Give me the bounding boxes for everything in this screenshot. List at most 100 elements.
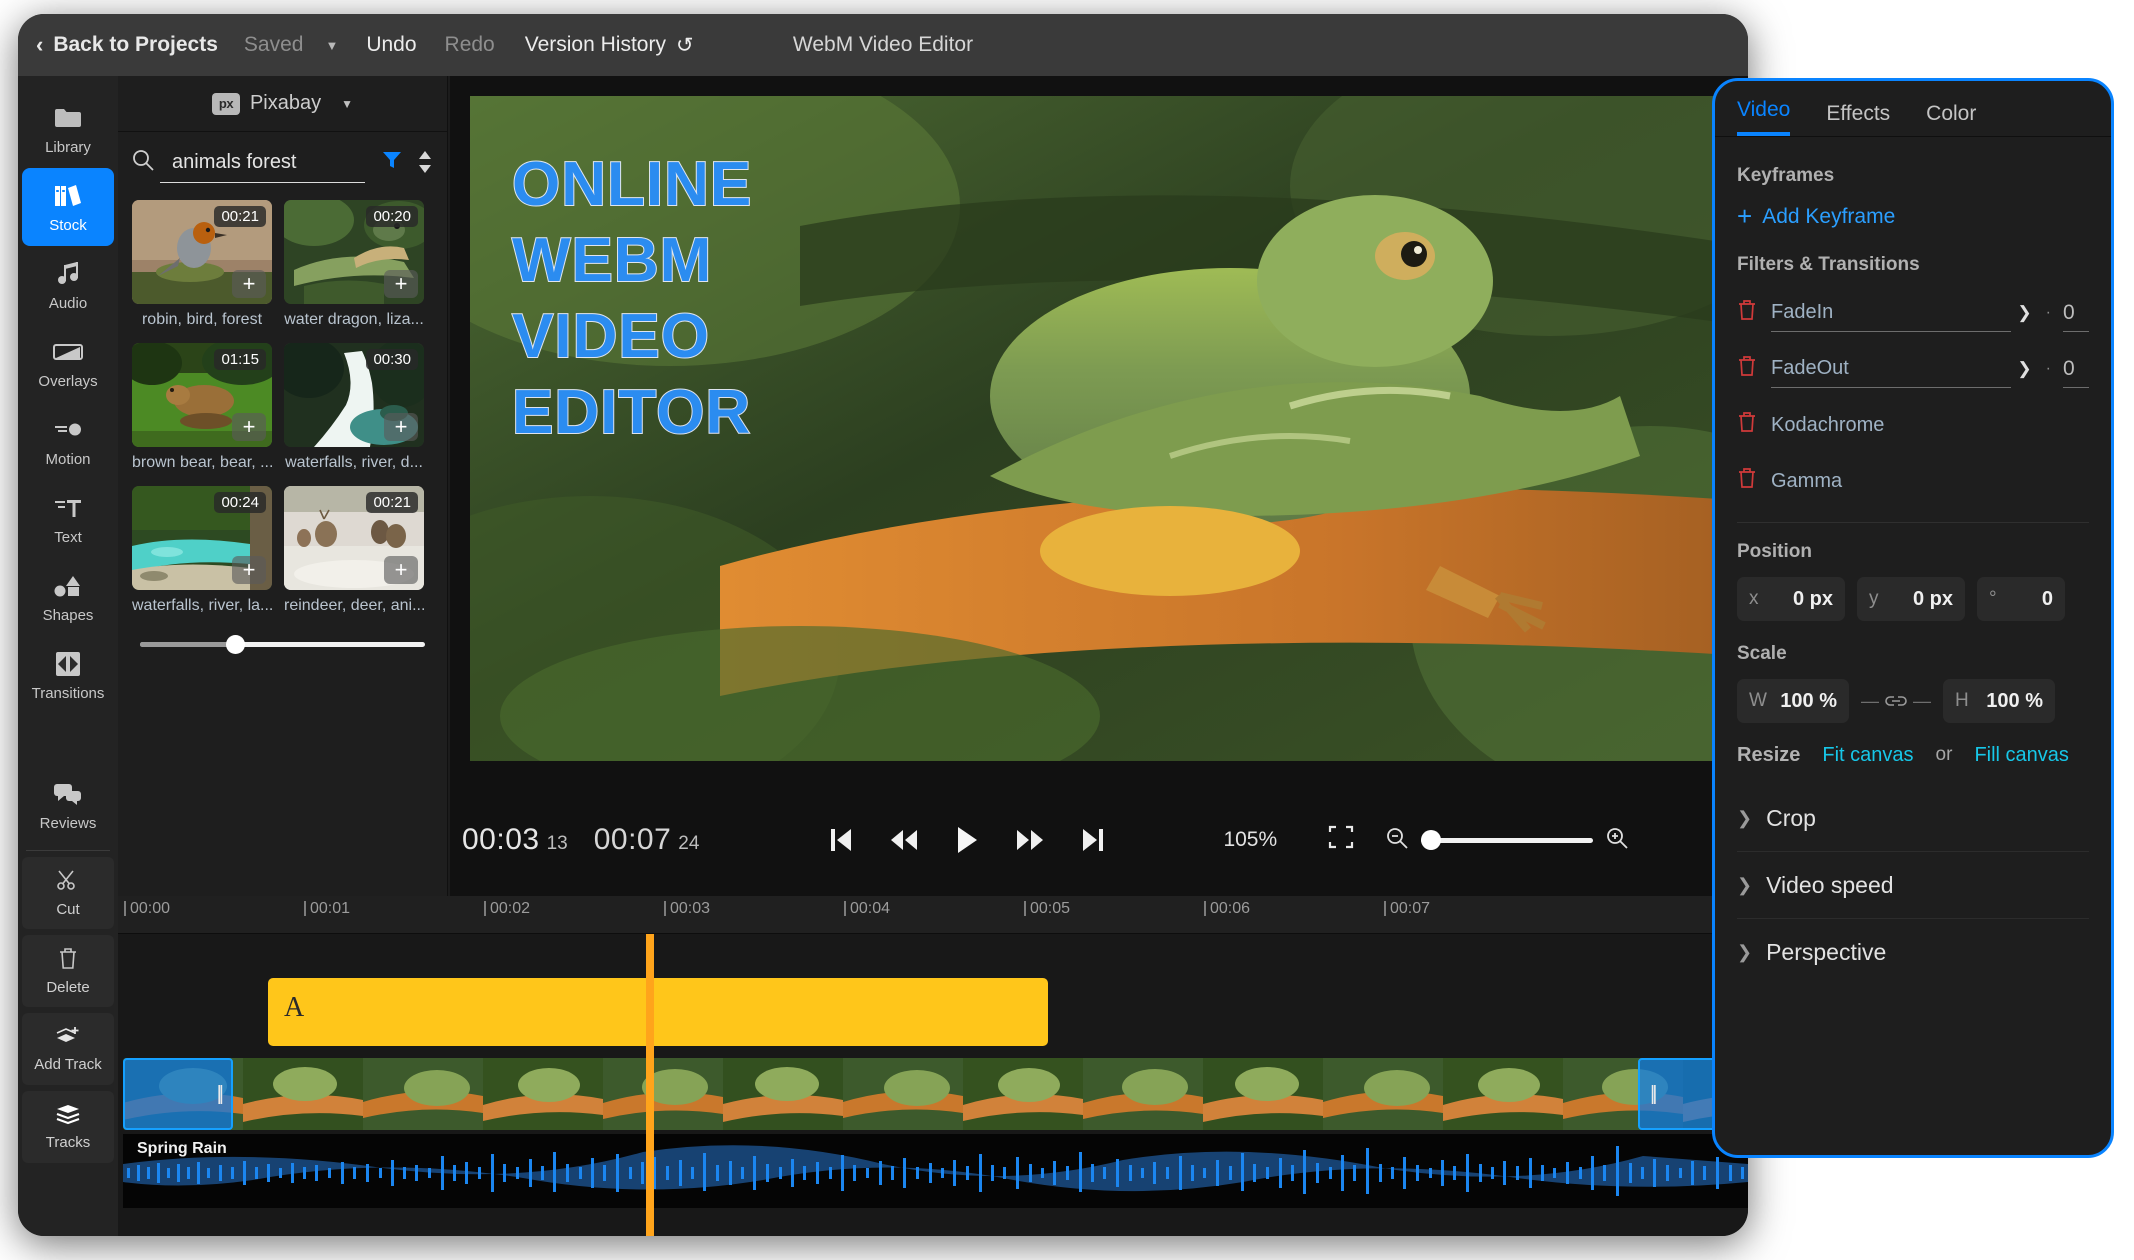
sidebar-item-stock[interactable]: Stock xyxy=(22,168,114,246)
stock-scale-slider[interactable] xyxy=(140,631,425,657)
filter-value[interactable]: 0 xyxy=(2063,350,2089,388)
sort-updown-icon[interactable] xyxy=(417,150,433,176)
playback-controls-bar: 00:03 13 00:07 24 xyxy=(450,784,1748,896)
timeline-playhead[interactable] xyxy=(646,934,654,1236)
stock-thumbnail[interactable]: 00:21 + xyxy=(132,200,272,304)
stock-item[interactable]: 00:21 + reindeer, deer, ani... xyxy=(284,486,424,615)
fill-canvas-button[interactable]: Fill canvas xyxy=(1974,743,2068,767)
slider-knob[interactable] xyxy=(226,635,245,654)
filter-row-fadein[interactable]: FadeIn ❯ · 0 xyxy=(1737,290,2089,336)
filter-row-kodachrome[interactable]: Kodachrome xyxy=(1737,402,2089,448)
sidebar-item-reviews[interactable]: Reviews xyxy=(18,766,118,844)
plus-icon[interactable]: + xyxy=(232,270,266,298)
stock-thumbnail[interactable]: 01:15 + xyxy=(132,343,272,447)
trash-icon[interactable] xyxy=(1737,355,1771,383)
rotation-field[interactable]: ° 0 xyxy=(1977,577,2065,621)
stock-thumbnail[interactable]: 00:24 + xyxy=(132,486,272,590)
timeline-ruler[interactable]: 00:00 00:01 00:02 00:03 00:04 00:05 00:0… xyxy=(118,896,1748,934)
scale-width-label: W xyxy=(1749,690,1767,712)
section-perspective[interactable]: ❯ Perspective xyxy=(1737,919,2089,985)
trash-icon[interactable] xyxy=(1737,299,1771,327)
stock-thumbnail-grid: 00:21 + robin, bird, forest xyxy=(118,194,447,615)
position-y-field[interactable]: y 0 px xyxy=(1857,577,1965,621)
plus-icon[interactable]: + xyxy=(232,413,266,441)
version-history-button[interactable]: Version History ↺ xyxy=(525,33,694,58)
tool-tracks-button[interactable]: Tracks xyxy=(22,1091,114,1163)
transport-controls xyxy=(829,826,1105,854)
stock-item[interactable]: 00:21 + robin, bird, forest xyxy=(132,200,272,329)
zoom-out-icon[interactable] xyxy=(1385,826,1409,855)
video-clip[interactable]: || || xyxy=(123,1058,1748,1130)
sidebar-item-audio[interactable]: Audio xyxy=(18,246,118,324)
scale-heading: Scale xyxy=(1737,643,2089,665)
stock-thumbnail[interactable]: 00:30 + xyxy=(284,343,424,447)
chain-link-icon[interactable]: — — xyxy=(1861,691,1931,712)
stock-thumbnail[interactable]: 00:20 + xyxy=(284,200,424,304)
stock-item[interactable]: 00:30 + waterfalls, river, d... xyxy=(284,343,424,472)
tab-video[interactable]: Video xyxy=(1737,98,1790,136)
funnel-icon[interactable] xyxy=(381,149,403,178)
stock-item[interactable]: 00:20 + water dragon, liza... xyxy=(284,200,424,329)
audio-clip[interactable]: Spring Rain xyxy=(123,1134,1748,1208)
sidebar-item-motion[interactable]: Motion xyxy=(18,402,118,480)
trash-icon[interactable] xyxy=(1737,467,1771,495)
sidebar-item-shapes[interactable]: Shapes xyxy=(18,558,118,636)
add-keyframe-button[interactable]: + Add Keyframe xyxy=(1737,201,2089,232)
section-label: Perspective xyxy=(1766,939,1886,966)
chevron-down-icon[interactable]: ❯ xyxy=(2017,359,2031,379)
play-icon[interactable] xyxy=(955,826,979,854)
plus-icon[interactable]: + xyxy=(232,556,266,584)
caret-down-icon[interactable]: ▼ xyxy=(325,38,338,53)
preview-canvas[interactable]: ONLINE WEBM VIDEO EDITOR xyxy=(470,96,1748,761)
skip-end-icon[interactable] xyxy=(1081,827,1105,853)
sidebar-item-transitions[interactable]: Transitions xyxy=(18,636,118,714)
tab-color[interactable]: Color xyxy=(1926,102,1976,136)
preview-zoom-control[interactable] xyxy=(1385,826,1629,855)
text-clip[interactable]: A xyxy=(268,978,1048,1046)
position-x-field[interactable]: x 0 px xyxy=(1737,577,1845,621)
redo-button[interactable]: Redo xyxy=(445,33,495,57)
scale-fields: W 100 % — — H 100 % xyxy=(1737,679,2089,723)
tool-delete-button[interactable]: Delete xyxy=(22,935,114,1007)
scale-height-field[interactable]: H 100 % xyxy=(1943,679,2055,723)
fit-canvas-button[interactable]: Fit canvas xyxy=(1822,743,1913,767)
stock-thumbnail[interactable]: 00:21 + xyxy=(284,486,424,590)
tool-add-track-button[interactable]: Add Track xyxy=(22,1013,114,1085)
transitions-icon xyxy=(53,649,83,679)
properties-tabs: Video Effects Color xyxy=(1715,81,2111,137)
canvas-text-overlay[interactable]: ONLINE WEBM VIDEO EDITOR xyxy=(512,154,752,458)
clip-trim-handle-left[interactable]: || xyxy=(123,1058,233,1130)
section-crop[interactable]: ❯ Crop xyxy=(1737,785,2089,851)
stock-item[interactable]: 00:24 + waterfalls, river, la... xyxy=(132,486,272,615)
sidebar-item-library[interactable]: Library xyxy=(18,90,118,168)
search-input[interactable] xyxy=(172,151,365,174)
tool-cut-button[interactable]: Cut xyxy=(22,857,114,929)
sidebar-item-text[interactable]: Text xyxy=(18,480,118,558)
text-clip-label: A xyxy=(284,992,304,1024)
filter-row-fadeout[interactable]: FadeOut ❯ · 0 xyxy=(1737,346,2089,392)
fit-screen-icon[interactable] xyxy=(1327,824,1355,856)
zoom-in-icon[interactable] xyxy=(1605,826,1629,855)
stock-item[interactable]: 01:15 + brown bear, bear, ... xyxy=(132,343,272,472)
undo-button[interactable]: Undo xyxy=(366,33,416,57)
filter-row-gamma[interactable]: Gamma xyxy=(1737,458,2089,504)
zoom-slider-knob[interactable] xyxy=(1421,830,1441,850)
trash-icon[interactable] xyxy=(1737,411,1771,439)
stock-source-selector[interactable]: px Pixabay ▼ xyxy=(118,76,447,132)
plus-icon[interactable]: + xyxy=(384,270,418,298)
chevron-down-icon[interactable]: ❯ xyxy=(2017,303,2031,323)
filter-value[interactable]: 0 xyxy=(2063,294,2089,332)
plus-icon[interactable]: + xyxy=(384,556,418,584)
stock-duration: 00:30 xyxy=(366,349,418,370)
back-to-projects-button[interactable]: ‹ Back to Projects xyxy=(36,32,218,58)
sidebar-item-overlays[interactable]: Overlays xyxy=(18,324,118,402)
filmstrip-frame xyxy=(843,1058,963,1130)
section-video-speed[interactable]: ❯ Video speed xyxy=(1737,852,2089,918)
skip-start-icon[interactable] xyxy=(829,827,853,853)
scale-width-field[interactable]: W 100 % xyxy=(1737,679,1849,723)
fast-forward-icon[interactable] xyxy=(1015,828,1045,852)
tab-effects[interactable]: Effects xyxy=(1826,102,1890,136)
zoom-slider[interactable] xyxy=(1421,838,1593,843)
plus-icon[interactable]: + xyxy=(384,413,418,441)
rewind-icon[interactable] xyxy=(889,828,919,852)
